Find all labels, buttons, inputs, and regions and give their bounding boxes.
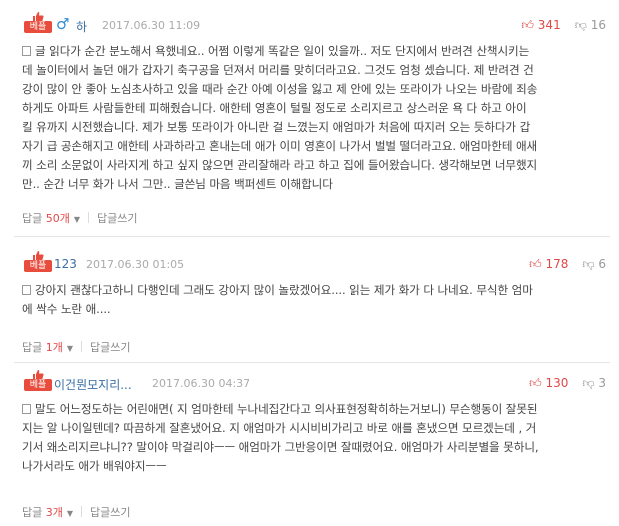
comment-divider	[14, 362, 610, 363]
divider	[81, 506, 83, 517]
comment-line: 만.. 순간 너무 화가 나서 그만.. 글쓴님 마음 백퍼센트 이해합니다	[22, 177, 333, 191]
best-label: 베플	[24, 260, 52, 272]
comment-line: 글 읽다가 순간 분노해서 욕했네요.. 어쩜 이렇게 똑같은 일이 있을까..…	[22, 42, 608, 61]
upvote-count: 341	[537, 18, 561, 32]
comment-header: 베플 123 2017.06.30 01:05 👍︎ 178 👎︎ 6	[14, 251, 610, 273]
thumbs-down-icon: 👎︎	[582, 376, 595, 390]
comment-line: 끼 소리 소문없이 사라지게 하고 싶지 않으면 관리잘해라 라고 하고 집에 …	[22, 158, 538, 172]
downvote-count: 3	[598, 376, 606, 390]
comment-line: 기서 왜소리지르냐니?? 말이야 막걸리야ㅡㅡ 애엄마가 그반응이면 잘때렸어요…	[22, 440, 539, 454]
vote-area: 👍︎ 178 👎︎ 6	[529, 257, 606, 272]
downvote-count: 6	[598, 257, 606, 271]
document-icon	[22, 285, 31, 295]
comment-list: 베플 ♂ 하 2017.06.30 11:09 👍︎ 341 👎︎ 16 글 읽다…	[0, 0, 619, 526]
comment-line: 하게도 아파트 사람들한테 피해줬습니다. 애한테 영혼이 털릴 정도로 소리지…	[22, 101, 527, 115]
write-reply-link[interactable]: 답글쓰기	[97, 212, 137, 225]
comment-line: 강아지 괜찮다고하니 다행인데 그래도 강아지 많이 놀랐겠어요.... 읽는 …	[22, 281, 608, 300]
best-comment-badge: 베플	[24, 12, 52, 33]
comment-body: 강아지 괜찮다고하니 다행인데 그래도 강아지 많이 놀랐겠어요.... 읽는 …	[22, 281, 608, 319]
document-icon	[22, 404, 31, 414]
divider	[81, 341, 83, 352]
best-label: 베플	[24, 379, 52, 391]
reply-count: 3개	[45, 506, 63, 519]
comment-item: 베플 이건뭔모지리... 2017.06.30 04:37 👍︎ 130 👎︎ 3…	[14, 370, 610, 519]
comment-footer: 답글 3개 ▼ 답글쓰기	[22, 504, 131, 520]
upvote-count: 178	[545, 257, 569, 271]
comment-line: 강이 많이 안 좋아 노심초사하고 있을 때라 순간 아예 이성을 잃고 제 안…	[22, 82, 538, 96]
comment-line: 킬 유까지 시전했습니다. 제가 보통 또라이가 아니란 걸 느꼈는지 애엄마가…	[22, 120, 531, 134]
thumbs-up-icon: 👍︎	[521, 18, 534, 32]
reply-count: 50개	[45, 212, 70, 225]
downvote-button[interactable]: 👎︎ 6	[582, 257, 606, 271]
thumbs-down-icon: 👎︎	[574, 18, 587, 32]
caret-down-icon: ▼	[66, 344, 74, 353]
upvote-button[interactable]: 👍︎ 341	[521, 18, 560, 32]
best-label: 베플	[24, 21, 52, 33]
divider	[88, 212, 90, 223]
comment-line: 데 놀이터에서 놀던 애가 갑자기 축구공을 던져서 머리를 맞히더라고요. 그…	[22, 63, 534, 77]
reply-toggle[interactable]: 답글 1개 ▼	[22, 341, 73, 354]
upvote-count: 130	[545, 376, 569, 390]
author-nickname[interactable]: 이건뭔모지리...	[54, 376, 132, 393]
vote-area: 👍︎ 130 👎︎ 3	[529, 376, 606, 391]
comment-date: 2017.06.30 11:09	[102, 19, 201, 32]
comment-divider	[14, 236, 610, 237]
caret-down-icon: ▼	[66, 509, 74, 518]
comment-line: 에 싹수 노란 애....	[22, 302, 111, 316]
comment-item: 베플 ♂ 하 2017.06.30 11:09 👍︎ 341 👎︎ 16 글 읽다…	[14, 12, 610, 225]
downvote-button[interactable]: 👎︎ 16	[575, 18, 606, 32]
comment-header: 베플 이건뭔모지리... 2017.06.30 04:37 👍︎ 130 👎︎ 3	[14, 370, 610, 393]
upvote-button[interactable]: 👍︎ 130	[529, 376, 568, 390]
comment-item: 베플 123 2017.06.30 01:05 👍︎ 178 👎︎ 6 강아지 괜…	[14, 251, 610, 354]
write-reply-link[interactable]: 답글쓰기	[90, 341, 130, 354]
reply-toggle[interactable]: 답글 50개 ▼	[22, 212, 80, 225]
upvote-button[interactable]: 👍︎ 178	[529, 257, 568, 271]
downvote-count: 16	[590, 18, 606, 32]
author-nickname[interactable]: 하	[76, 18, 87, 35]
best-comment-badge: 베플	[24, 370, 52, 391]
comment-body: 말도 어느정도하는 어린애면( 지 엄마한테 누나네집간다고 의사표현정확히하는…	[22, 400, 608, 476]
comment-line: 자기 급 공손해지고 애한테 사과하라고 혼내는데 애가 이미 영혼이 나가서 …	[22, 139, 538, 153]
male-gender-icon: ♂	[56, 15, 70, 33]
vote-area: 👍︎ 341 👎︎ 16	[521, 18, 606, 33]
comment-line: 나가서라도 애가 배워야지ㅡㅡ	[22, 459, 167, 473]
comment-footer: 답글 50개 ▼ 답글쓰기	[22, 210, 138, 226]
thumbs-up-icon: 👍︎	[529, 257, 542, 271]
comment-header: 베플 ♂ 하 2017.06.30 11:09 👍︎ 341 👎︎ 16	[14, 12, 610, 35]
caret-down-icon: ▼	[73, 215, 81, 224]
comment-body: 글 읽다가 순간 분노해서 욕했네요.. 어쩜 이렇게 똑같은 일이 있을까..…	[22, 42, 608, 194]
comment-line: 말도 어느정도하는 어린애면( 지 엄마한테 누나네집간다고 의사표현정확히하는…	[22, 400, 608, 419]
thumbs-up-icon: 👍︎	[529, 376, 542, 390]
document-icon	[22, 46, 31, 56]
comment-footer: 답글 1개 ▼ 답글쓰기	[22, 339, 131, 355]
write-reply-link[interactable]: 답글쓰기	[90, 506, 130, 519]
reply-count: 1개	[45, 341, 63, 354]
best-comment-badge: 베플	[24, 251, 52, 272]
reply-toggle[interactable]: 답글 3개 ▼	[22, 506, 73, 519]
comment-line: 지는 알 나이일텐데? 따끔하게 잘혼냈어요. 지 애엄마가 시시비비가리고 바…	[22, 421, 537, 435]
comment-date: 2017.06.30 01:05	[86, 258, 185, 271]
comment-date: 2017.06.30 04:37	[152, 377, 251, 390]
thumbs-down-icon: 👎︎	[582, 257, 595, 271]
author-nickname[interactable]: 123	[54, 257, 77, 271]
downvote-button[interactable]: 👎︎ 3	[582, 376, 606, 390]
